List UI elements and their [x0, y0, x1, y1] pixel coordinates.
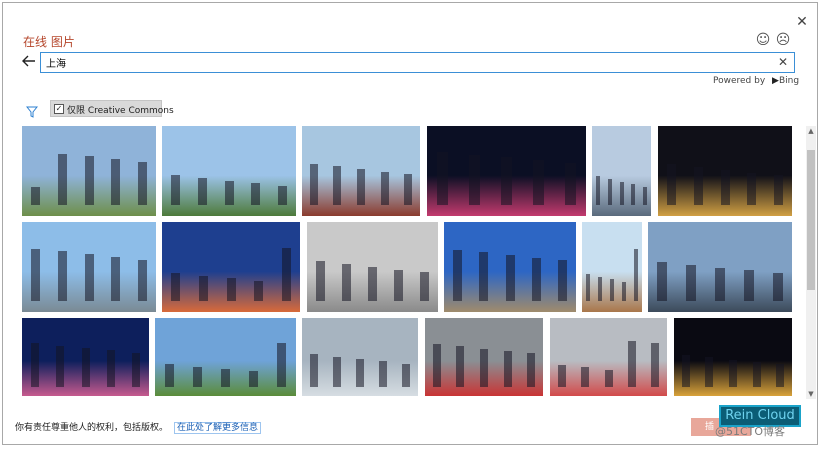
- filter-icon[interactable]: [25, 103, 39, 118]
- night-skyline-photo[interactable]: [427, 126, 586, 216]
- learn-more-link[interactable]: 在此处了解更多信息: [174, 422, 262, 434]
- frown-icon[interactable]: ☹: [775, 32, 791, 48]
- disney-castle-photo[interactable]: [22, 126, 156, 216]
- red-metro-train-photo[interactable]: [425, 318, 543, 396]
- creative-commons-filter[interactable]: ✓ 仅限 Creative Commons: [50, 100, 174, 117]
- scroll-down-icon[interactable]: ▼: [806, 389, 816, 399]
- search-input[interactable]: [46, 56, 766, 69]
- image-results-grid: [22, 126, 803, 399]
- scrollbar-thumb[interactable]: [807, 150, 815, 290]
- powered-by-bing: Powered by ▶Bing: [713, 76, 799, 86]
- online-pictures-dialog: ✕ 在线 图片 ☺ ☹ ✕ Powered by ▶Bing ✓ 仅限 Crea…: [2, 2, 818, 445]
- bund-night-photo[interactable]: [674, 318, 792, 396]
- red-brick-building-photo[interactable]: [302, 126, 420, 216]
- back-arrow-icon[interactable]: [22, 55, 38, 69]
- scroll-up-icon[interactable]: ▲: [806, 126, 816, 136]
- skyline-night-blue-photo[interactable]: [22, 318, 149, 396]
- powered-by-label: Powered by: [713, 76, 766, 86]
- dialog-title: 在线 图片: [23, 35, 75, 49]
- smiley-icon[interactable]: ☺: [755, 32, 771, 48]
- pudong-skyline-cloudy-photo[interactable]: [648, 222, 792, 312]
- skyscraper-closeup-photo[interactable]: [592, 126, 651, 216]
- pearl-tower-dusk-photo[interactable]: [162, 222, 300, 312]
- bund-building-photo[interactable]: [444, 222, 576, 312]
- close-icon[interactable]: ✕: [793, 13, 811, 31]
- copyright-text: 你有责任尊重他人的权利，包括版权。: [15, 423, 169, 433]
- creative-commons-label: 仅限 Creative Commons: [67, 106, 174, 116]
- vertical-scrollbar[interactable]: ▲ ▼: [806, 126, 816, 399]
- clock-tower-photo[interactable]: [582, 222, 642, 312]
- metro-station-photo[interactable]: [550, 318, 667, 396]
- search-box[interactable]: ✕: [40, 52, 795, 73]
- disney-castle-photo-2[interactable]: [162, 126, 296, 216]
- pudong-skyline-day-photo[interactable]: [22, 222, 156, 312]
- pearl-tower-night-photo[interactable]: [658, 126, 792, 216]
- stadium-photo[interactable]: [155, 318, 296, 396]
- clear-icon[interactable]: ✕: [778, 55, 788, 70]
- copyright-notice: 你有责任尊重他人的权利，包括版权。 在此处了解更多信息: [15, 420, 262, 434]
- metro-train-platform-photo[interactable]: [302, 318, 418, 396]
- metro-train-photo[interactable]: [307, 222, 438, 312]
- bing-label: Bing: [778, 76, 800, 86]
- watermark-text: @51CTO博客: [715, 425, 786, 438]
- checkbox-icon[interactable]: ✓: [54, 104, 64, 114]
- bing-logo-icon: ▶: [772, 76, 779, 86]
